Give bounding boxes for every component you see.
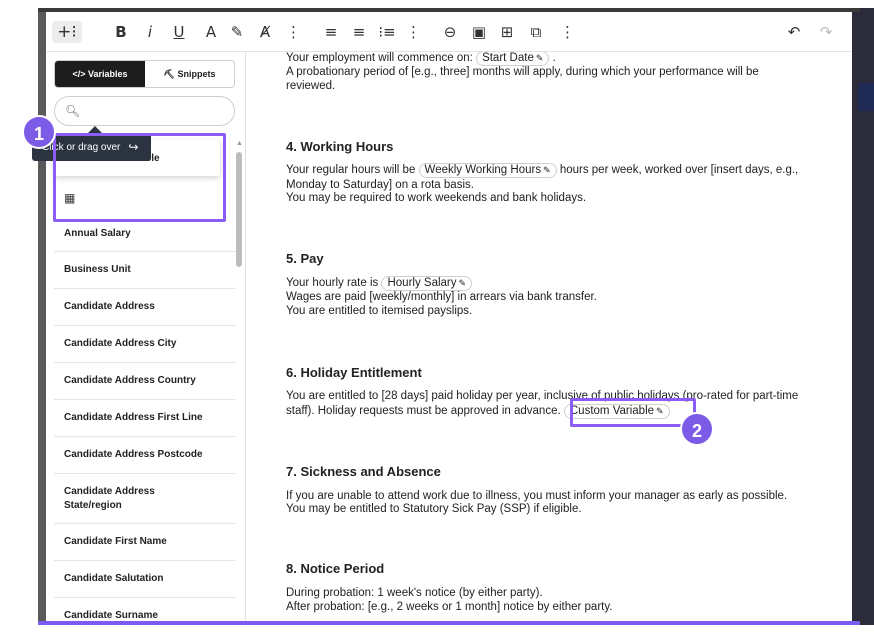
list-item[interactable]: Candidate First Name	[54, 524, 236, 561]
text: Your employment will commence on:	[286, 52, 473, 64]
list-item[interactable]: Candidate Salutation	[54, 561, 236, 598]
more-icon[interactable]: ⋮	[560, 21, 575, 43]
list-item[interactable]: Candidate Address	[54, 289, 236, 326]
list-icon[interactable]: ⁝≡	[376, 21, 398, 43]
text-color-icon[interactable]: A	[202, 21, 220, 43]
notice-line: During probation: 1 week's notice (by ei…	[286, 587, 543, 599]
text: staff). Holiday requests must be approve…	[286, 405, 561, 417]
bold-button[interactable]: B	[112, 21, 130, 43]
employment-line: Your employment will commence on: Start …	[286, 52, 556, 66]
step-badge-1: 1	[22, 115, 56, 149]
list-item[interactable]: Candidate Address Postcode	[54, 437, 236, 474]
section-heading: 6. Holiday Entitlement	[286, 365, 422, 380]
variable-chip-weekly-hours[interactable]: Weekly Working Hours ✎	[418, 163, 557, 178]
align-center-icon[interactable]: ≡	[350, 21, 368, 43]
document-page[interactable]: Your employment will commence on: Start …	[258, 52, 844, 621]
align-left-icon[interactable]: ≡	[322, 21, 340, 43]
chip-label: Hourly Salary	[387, 277, 457, 289]
editor-screenshot: +⁝ B i U A ✎ Ⱥ ⋮ ≡ ≡ ⁝≡ ⋮ ⊖ ▣ ⊞ ⧉ ⋮ ↶ ↷ …	[0, 0, 874, 633]
pencil-icon[interactable]: ✎	[536, 53, 544, 63]
more-icon[interactable]: ⋮	[406, 21, 421, 43]
editor-toolbar: +⁝ B i U A ✎ Ⱥ ⋮ ≡ ≡ ⁝≡ ⋮ ⊖ ▣ ⊞ ⧉ ⋮ ↶ ↷	[46, 12, 852, 52]
pencil-icon[interactable]: ✎	[543, 165, 551, 175]
section-heading: 4. Working Hours	[286, 139, 394, 154]
search-icon: 🔍︎	[65, 104, 81, 118]
link-icon[interactable]: ⊖	[440, 21, 460, 43]
text: hours per week, worked over [insert days…	[559, 164, 799, 176]
text: Your hourly rate is	[286, 277, 379, 289]
highlight-icon[interactable]: ✎	[228, 21, 246, 43]
text: .	[552, 52, 556, 64]
tab-variables[interactable]: </> Variables	[55, 61, 145, 87]
insert-menu-button[interactable]: +⁝	[52, 21, 82, 43]
hours-line: Your regular hours will be Weekly Workin…	[286, 163, 798, 178]
image-icon[interactable]: ▣	[470, 21, 488, 43]
list-item[interactable]: Candidate Surname	[54, 598, 236, 621]
text: Your regular hours will be	[286, 164, 416, 176]
holiday-line: You are entitled to [28 days] paid holid…	[286, 390, 799, 402]
chip-label: Weekly Working Hours	[424, 164, 542, 176]
chip-label: Start Date	[482, 52, 534, 64]
tooltip-arrow	[88, 126, 102, 133]
pay-line: Your hourly rate is Hourly Salary ✎	[286, 276, 473, 291]
undo-icon[interactable]: ↶	[784, 21, 804, 43]
sick-line-2: You may be entitled to Statutory Sick Pa…	[286, 503, 582, 515]
window-bottom-edge	[38, 621, 860, 625]
hours-line-2: Monday to Saturday] on a rota basis.	[286, 179, 474, 191]
table-icon[interactable]: ⊞	[498, 21, 516, 43]
sick-line: If you are unable to attend work due to …	[286, 490, 788, 502]
special-insert-icon[interactable]: ⧉	[526, 21, 546, 43]
window-left-edge	[38, 8, 46, 625]
scroll-up-icon[interactable]: ▲	[236, 140, 243, 147]
edge-stripe	[858, 83, 874, 111]
probation-line: A probationary period of [e.g., three] m…	[286, 66, 759, 78]
probation-line-2: reviewed.	[286, 80, 336, 92]
underline-button[interactable]: U	[170, 21, 188, 43]
italic-button[interactable]: i	[142, 21, 158, 43]
more-icon[interactable]: ⋮	[286, 21, 301, 43]
step-badge-2: 2	[680, 412, 714, 446]
list-item[interactable]: Candidate Address Country	[54, 363, 236, 400]
section-heading: 8. Notice Period	[286, 561, 385, 576]
sidebar-tabs: </> Variables ⛏ Snippets	[54, 60, 235, 88]
pencil-icon[interactable]: ✎	[459, 278, 467, 288]
window-right-edge	[852, 8, 874, 625]
redo-icon[interactable]: ↷	[816, 21, 836, 43]
pay-line-3: You are entitled to itemised payslips.	[286, 305, 473, 317]
callout-highlight-2	[570, 398, 696, 427]
list-item[interactable]: Business Unit	[54, 252, 236, 289]
sidebar-scrollbar-thumb[interactable]	[236, 152, 242, 267]
list-item[interactable]: Candidate Address City	[54, 326, 236, 363]
section-heading: 5. Pay	[286, 251, 324, 266]
list-item[interactable]: Candidate Address First Line	[54, 400, 236, 437]
pay-line-2: Wages are paid [weekly/monthly] in arrea…	[286, 291, 597, 303]
hours-line-3: You may be required to work weekends and…	[286, 192, 587, 204]
variable-chip-hourly-salary[interactable]: Hourly Salary ✎	[381, 276, 473, 291]
notice-line-2: After probation: [e.g., 2 weeks or 1 mon…	[286, 601, 613, 613]
variable-search[interactable]: 🔍︎	[54, 96, 235, 126]
list-item[interactable]: Candidate Address State/region	[54, 474, 236, 524]
section-heading: 7. Sickness and Absence	[286, 464, 441, 479]
search-input[interactable]	[83, 102, 228, 120]
callout-highlight-1	[53, 133, 226, 222]
clear-format-icon[interactable]: Ⱥ	[256, 21, 274, 43]
tab-snippets[interactable]: ⛏ Snippets	[145, 61, 234, 87]
variable-chip-start-date[interactable]: Start Date ✎	[476, 52, 550, 66]
